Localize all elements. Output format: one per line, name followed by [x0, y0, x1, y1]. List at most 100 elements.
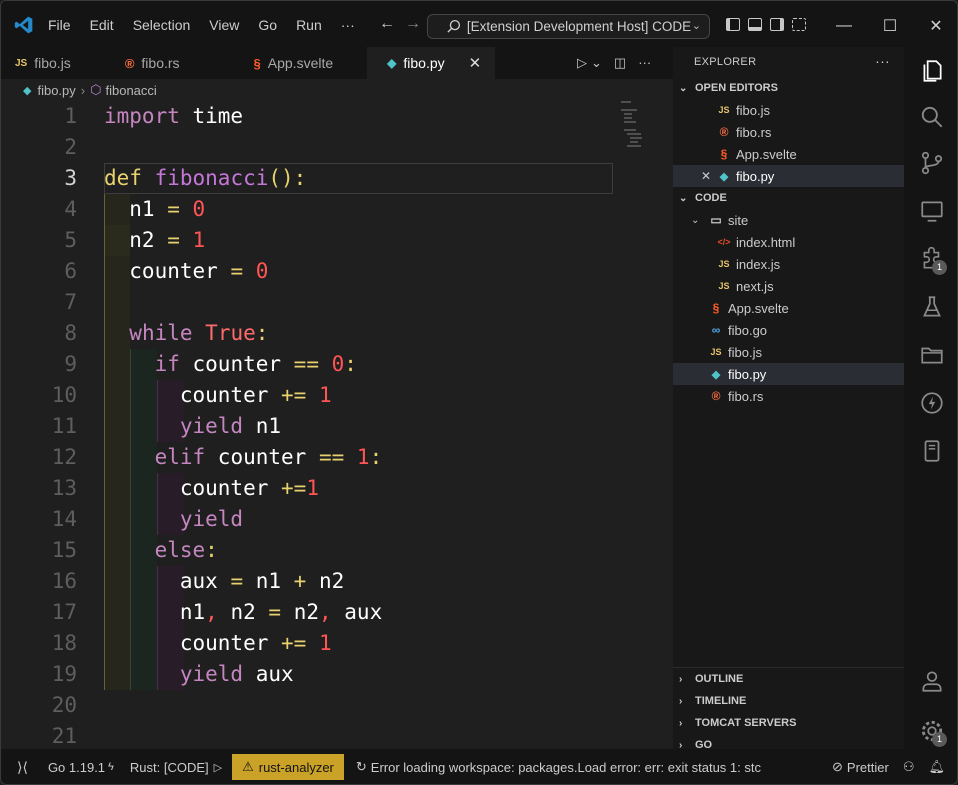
extensions-activity[interactable]: 1 [904, 235, 957, 283]
open-editor-item[interactable]: JS fibo.js [673, 99, 904, 121]
menu-run[interactable]: Run [296, 17, 322, 33]
remote-explorer-activity[interactable] [904, 187, 957, 235]
tab-fibo-py[interactable]: ◆ fibo.py ✕ [367, 47, 496, 79]
minimap[interactable] [621, 101, 661, 161]
live-share-icon[interactable]: ⚇ [903, 759, 915, 775]
code-line: else: [154, 538, 218, 562]
chevron-down-icon[interactable]: ⌄ [692, 19, 701, 32]
file-item-active[interactable]: ◆ fibo.py [673, 363, 904, 385]
tab-fibo-rs[interactable]: ® fibo.rs [85, 47, 194, 79]
code-lines[interactable]: import time def fibonacci(): n1 = 0 n2 =… [104, 101, 613, 749]
section-timeline[interactable]: › TIMELINE [673, 690, 904, 712]
toggle-panel-icon[interactable] [748, 18, 762, 31]
breadcrumb-file[interactable]: fibo.py [37, 83, 75, 98]
menu-file[interactable]: File [48, 17, 71, 33]
file-item[interactable]: ® fibo.rs [673, 385, 904, 407]
tab-app-svelte[interactable]: § App.svelte [194, 47, 348, 79]
menu-edit[interactable]: Edit [90, 17, 114, 33]
status-rust[interactable]: Rust: [CODE] ▷ [130, 760, 222, 775]
breadcrumb-symbol[interactable]: fibonacci [105, 83, 156, 98]
split-editor-icon[interactable]: ◫ [614, 55, 626, 71]
tab-fibo-js[interactable]: JS fibo.js [1, 47, 85, 79]
python-file-icon: ◆ [23, 84, 32, 97]
file-item[interactable]: JS index.js [673, 253, 904, 275]
python-file-icon: ◆ [387, 56, 397, 70]
section-tomcat-servers[interactable]: › TOMCAT SERVERS [673, 712, 904, 734]
manage-activity[interactable]: 1 [904, 707, 957, 755]
command-center-search[interactable]: [Extension Development Host] CODE ⌄ [427, 14, 710, 39]
js-file-icon: JS [718, 105, 730, 115]
open-editor-item[interactable]: § App.svelte [673, 143, 904, 165]
tab-label: fibo.rs [141, 55, 180, 71]
maximize-icon[interactable]: ☐ [867, 16, 913, 36]
section-code[interactable]: ⌄ CODE [673, 187, 904, 209]
menu-more[interactable]: ··· [341, 17, 355, 33]
device-activity[interactable] [904, 427, 957, 475]
testing-activity[interactable] [904, 283, 957, 331]
accounts-activity[interactable] [904, 657, 957, 705]
menu-selection[interactable]: Selection [133, 17, 191, 33]
customize-layout-icon[interactable] [792, 18, 806, 31]
line-number: 13 [51, 476, 77, 500]
status-message[interactable]: ↻ Error loading workspace: packages.Load… [356, 759, 761, 775]
window-controls: — ☐ ✕ [821, 1, 957, 51]
remote-indicator-icon[interactable]: ⟩⟨ [17, 759, 28, 776]
toggle-secondary-sidebar-icon[interactable] [770, 18, 784, 31]
open-editor-item-active[interactable]: ✕ ◆ fibo.py [673, 165, 904, 187]
close-window-icon[interactable]: ✕ [913, 16, 957, 36]
folder-label: site [728, 212, 749, 228]
open-editor-item[interactable]: ® fibo.rs [673, 121, 904, 143]
forward-arrow-icon[interactable]: → [405, 15, 421, 33]
python-file-icon: ◆ [719, 170, 729, 183]
code-line: n1, n2 = n2, aux [104, 600, 383, 624]
line-number: 8 [64, 321, 77, 345]
chevron-down-icon: ⌄ [679, 82, 688, 94]
file-item[interactable]: § App.svelte [673, 297, 904, 319]
notifications-icon[interactable]: 🔔︎ [928, 759, 945, 775]
section-open-editors[interactable]: ⌄ OPEN EDITORS [673, 77, 904, 99]
status-go-version[interactable]: Go 1.19.1 ϟ [48, 760, 114, 775]
file-item[interactable]: </> index.html [673, 231, 904, 253]
tab-label: App.svelte [267, 55, 334, 71]
code-line: counter += 1 [104, 631, 332, 655]
line-number: 12 [51, 445, 77, 469]
explorer-activity[interactable] [904, 47, 957, 95]
file-item[interactable]: ∞ fibo.go [673, 319, 904, 341]
file-item[interactable]: JS next.js [673, 275, 904, 297]
close-tab-icon[interactable]: ✕ [469, 54, 482, 72]
more-actions-icon[interactable]: ··· [638, 55, 651, 71]
search-activity[interactable] [904, 93, 957, 141]
minimize-icon[interactable]: — [821, 17, 867, 35]
code-line: while True: [129, 321, 269, 345]
line-number: 1 [64, 104, 77, 128]
code-editor[interactable]: 1 2 3 4 5 6 7 8 9 10 11 12 13 14 15 16 1… [1, 101, 673, 749]
close-icon[interactable]: ✕ [701, 169, 711, 183]
more-actions-icon[interactable]: ··· [875, 53, 890, 69]
tab-label: fibo.js [34, 55, 71, 71]
back-arrow-icon[interactable]: ← [379, 15, 395, 33]
section-go[interactable]: › GO [673, 734, 904, 756]
menu-view[interactable]: View [209, 17, 239, 33]
status-rust-analyzer[interactable]: ⚠ rust-analyzer [232, 754, 344, 780]
folder-activity[interactable] [904, 331, 957, 379]
run-icon[interactable]: ▷ [577, 55, 587, 71]
menu-go[interactable]: Go [258, 17, 277, 33]
source-control-activity[interactable] [904, 139, 957, 187]
device-icon [924, 440, 939, 462]
file-item[interactable]: JS fibo.js [673, 341, 904, 363]
chevron-down-icon[interactable]: ⌄ [591, 55, 602, 71]
explorer-title: EXPLORER [694, 56, 757, 68]
code-line: counter += 1 [104, 383, 332, 407]
section-outline[interactable]: › OUTLINE [673, 668, 904, 690]
lightning-activity[interactable] [904, 379, 957, 427]
file-label: fibo.js [736, 102, 770, 118]
folder-item[interactable]: ⌄ ▭ site [673, 209, 904, 231]
line-number: 19 [51, 662, 77, 686]
nav-arrows: ← → [379, 15, 421, 33]
flask-icon [922, 296, 941, 317]
js-file-icon: JS [710, 347, 722, 357]
activity-bar: 1 1 [904, 47, 957, 749]
explorer-header: EXPLORER ··· [673, 47, 904, 77]
toggle-sidebar-icon[interactable] [726, 18, 740, 31]
status-prettier[interactable]: ⊘ Prettier [832, 759, 889, 775]
